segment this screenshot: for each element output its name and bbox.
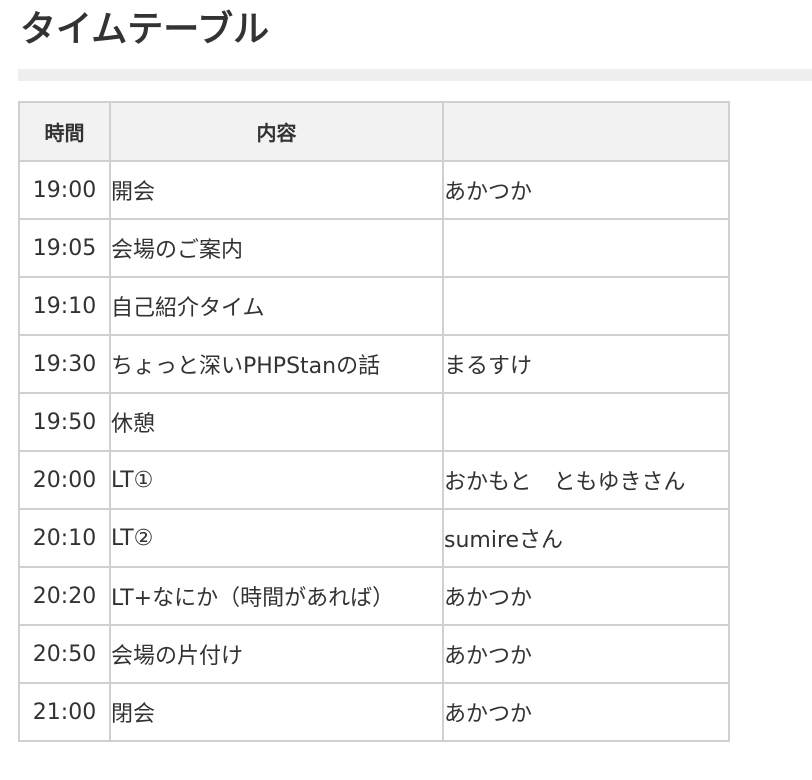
content-cell: 休憩 <box>109 392 444 452</box>
person-cell: あかつか <box>442 566 730 626</box>
time-cell: 20:00 <box>18 450 111 510</box>
content-cell: 会場の片付け <box>109 624 444 684</box>
time-cell: 20:20 <box>18 566 111 626</box>
table-row: 20:10 LT② sumireさん <box>18 508 730 568</box>
timetable-header: 時間 内容 <box>18 101 730 162</box>
content-cell: 自己紹介タイム <box>109 276 444 336</box>
content-cell: LT① <box>109 450 444 510</box>
header-time: 時間 <box>18 101 111 162</box>
person-cell: あかつか <box>442 624 730 684</box>
time-cell: 19:30 <box>18 334 111 394</box>
content-cell: 開会 <box>109 160 444 220</box>
person-cell <box>442 218 730 278</box>
timetable-body: 19:00 開会 あかつか 19:05 会場のご案内 19:10 自己紹介タイム… <box>18 160 730 742</box>
time-cell: 20:50 <box>18 624 111 684</box>
table-row: 20:00 LT① おかもと ともゆきさん <box>18 450 730 510</box>
content-cell: LT+なにか（時間があれば） <box>109 566 444 626</box>
time-cell: 19:10 <box>18 276 111 336</box>
table-row: 19:30 ちょっと深いPHPStanの話 まるすけ <box>18 334 730 394</box>
header-person <box>442 101 730 162</box>
header-row: 時間 内容 <box>18 101 730 162</box>
title-underline-divider <box>18 69 812 81</box>
time-cell: 19:05 <box>18 218 111 278</box>
table-row: 20:20 LT+なにか（時間があれば） あかつか <box>18 566 730 626</box>
time-cell: 20:10 <box>18 508 111 568</box>
person-cell: おかもと ともゆきさん <box>442 450 730 510</box>
person-cell <box>442 276 730 336</box>
person-cell <box>442 392 730 452</box>
time-cell: 19:50 <box>18 392 111 452</box>
content-cell: ちょっと深いPHPStanの話 <box>109 334 444 394</box>
person-cell: あかつか <box>442 160 730 220</box>
person-cell: あかつか <box>442 682 730 742</box>
content-cell: 会場のご案内 <box>109 218 444 278</box>
person-cell: sumireさん <box>442 508 730 568</box>
table-row: 20:50 会場の片付け あかつか <box>18 624 730 684</box>
page-title: タイムテーブル <box>20 9 270 50</box>
time-cell: 19:00 <box>18 160 111 220</box>
time-cell: 21:00 <box>18 682 111 742</box>
table-row: 21:00 閉会 あかつか <box>18 682 730 742</box>
table-row: 19:00 開会 あかつか <box>18 160 730 220</box>
header-content: 内容 <box>109 101 444 162</box>
content-cell: LT② <box>109 508 444 568</box>
content-cell: 閉会 <box>109 682 444 742</box>
table-row: 19:50 休憩 <box>18 392 730 452</box>
table-row: 19:05 会場のご案内 <box>18 218 730 278</box>
table-row: 19:10 自己紹介タイム <box>18 276 730 336</box>
person-cell: まるすけ <box>442 334 730 394</box>
timetable: 時間 内容 19:00 開会 あかつか 19:05 会場のご案内 19:10 自… <box>18 101 730 742</box>
